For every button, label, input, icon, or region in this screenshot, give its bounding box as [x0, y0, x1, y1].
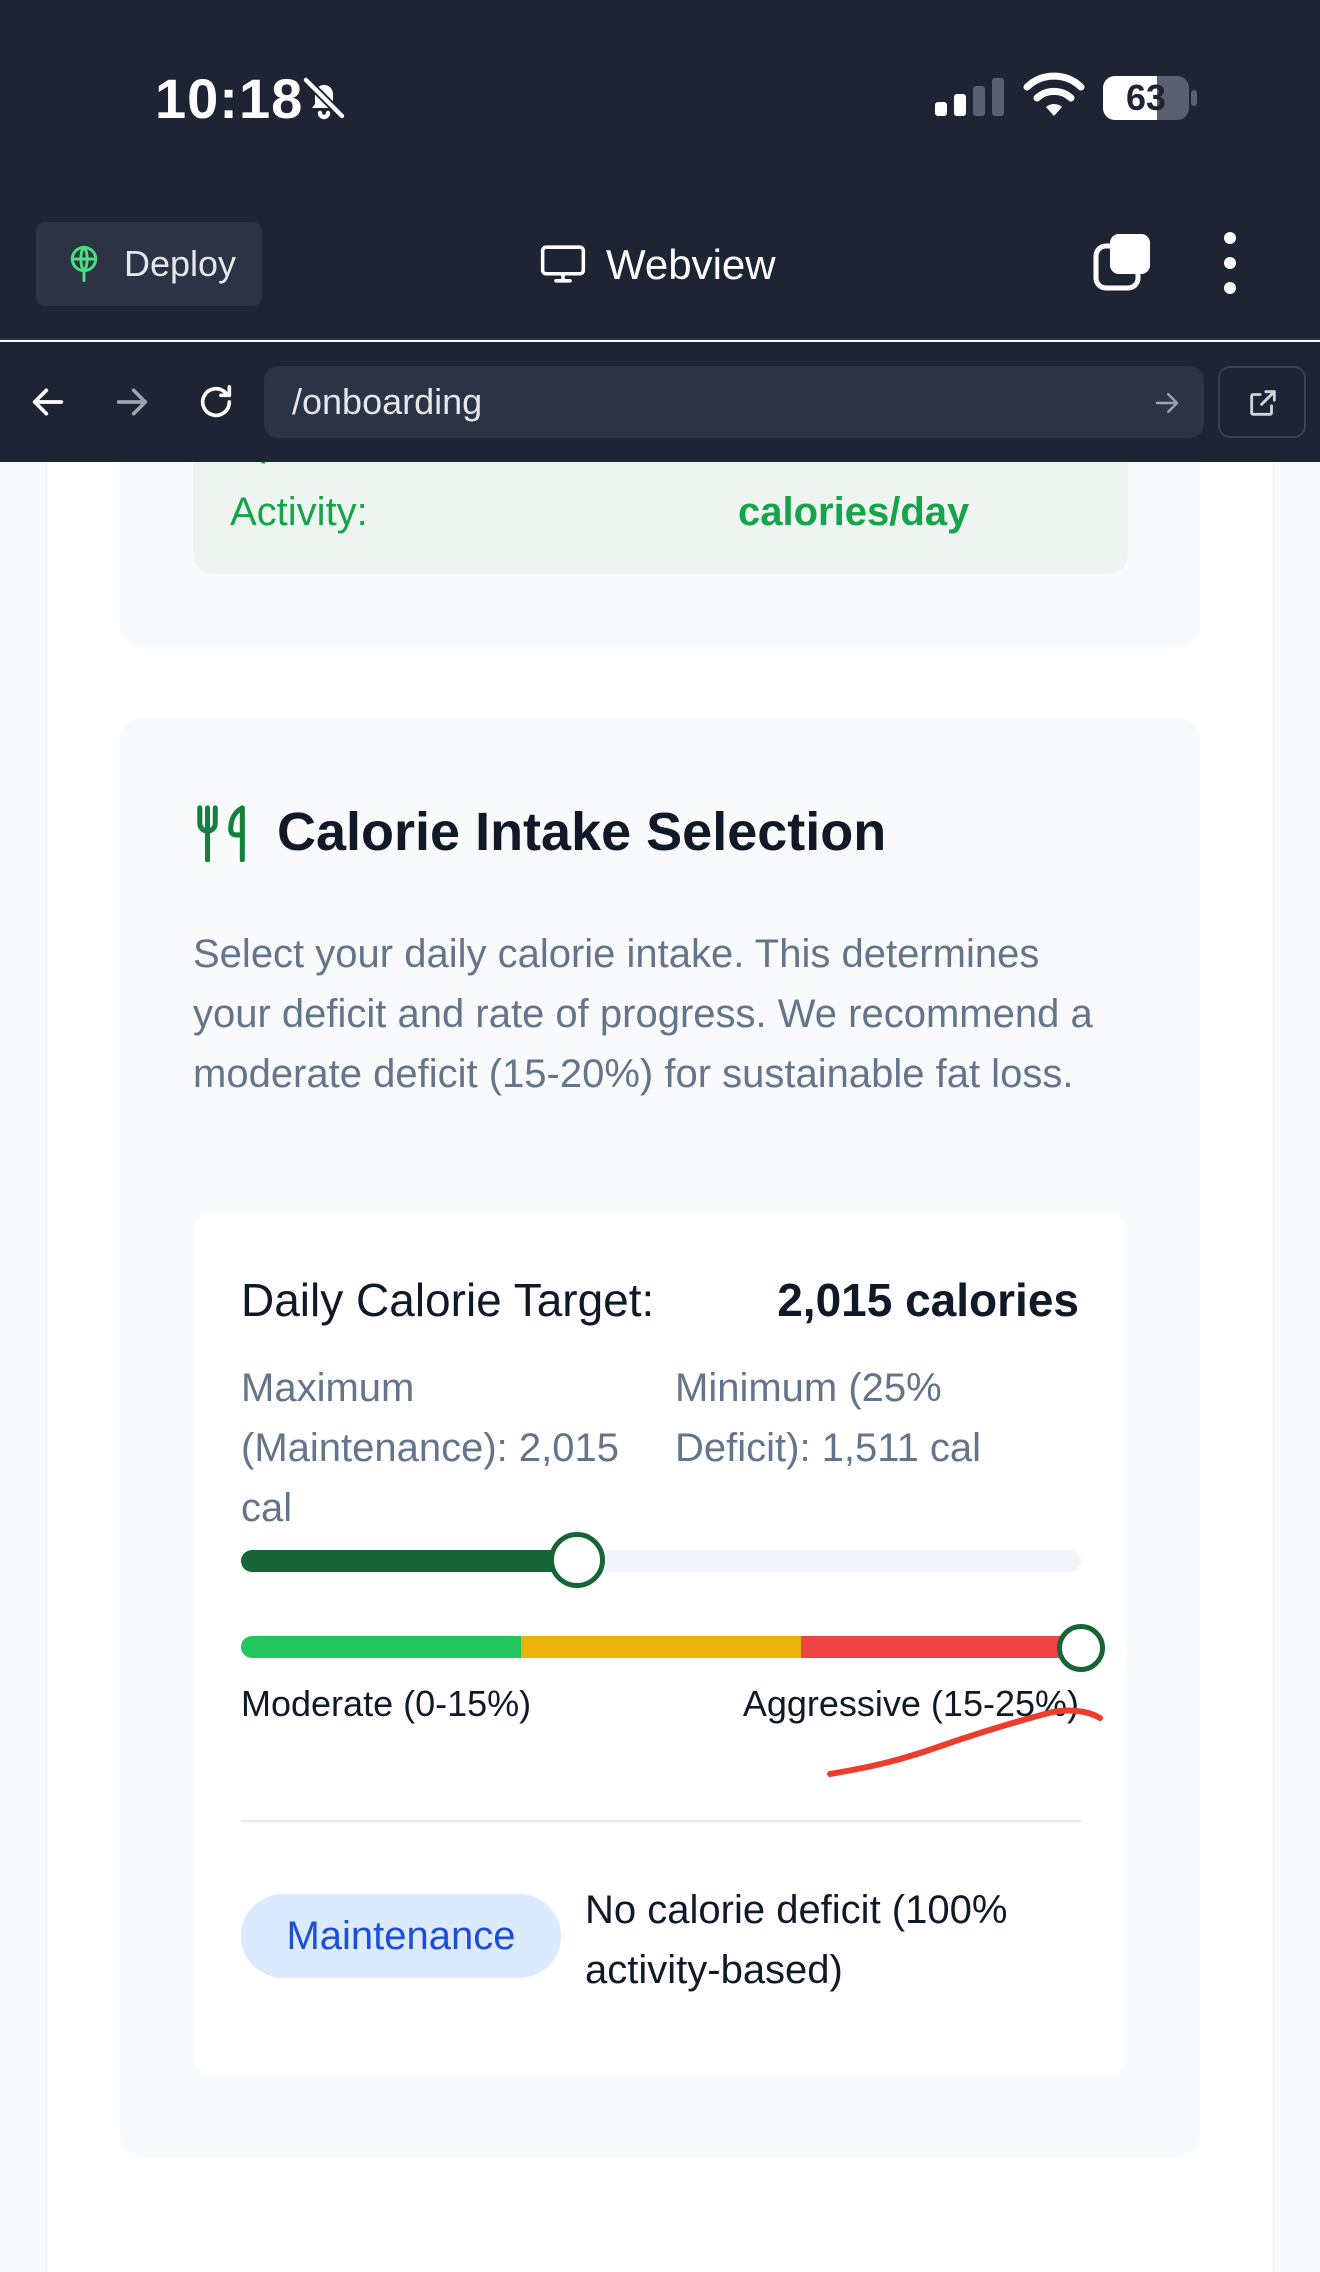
- slider-thumb[interactable]: [549, 1532, 605, 1588]
- globe-sprout-icon: [70, 245, 98, 283]
- monitor-icon: [540, 245, 586, 283]
- url-input[interactable]: /onboarding: [264, 366, 1204, 438]
- external-link-icon: [1250, 390, 1276, 416]
- deploy-button[interactable]: Deploy: [36, 222, 262, 306]
- url-text: /onboarding: [292, 381, 483, 422]
- moderate-label: Moderate (0-15%): [241, 1683, 532, 1724]
- divider: [241, 1820, 1081, 1822]
- deficit-marker: [1057, 1624, 1105, 1672]
- reload-icon[interactable]: [196, 382, 236, 422]
- calorie-slider[interactable]: [241, 1528, 1081, 1594]
- more-vertical-icon[interactable]: [1212, 230, 1248, 296]
- maximum-calories: Maximum (Maintenance): 2,015 cal: [241, 1366, 620, 1530]
- webview-content: Updated TDEE with 2,015 Activity: calori…: [0, 462, 1320, 2272]
- target-value: 2,015 calories: [777, 1274, 1079, 1326]
- deploy-label: Deploy: [124, 243, 237, 284]
- section-title: Calorie Intake Selection: [277, 802, 887, 862]
- deficit-scale: [241, 1624, 1105, 1672]
- arrow-right-icon[interactable]: [112, 382, 152, 422]
- open-external-button[interactable]: [1218, 366, 1306, 438]
- battery-indicator: 63: [1103, 76, 1197, 120]
- deficit-segment-mid: [521, 1636, 801, 1658]
- badge-description: No calorie deficit (100% activity-based): [585, 1888, 1008, 1992]
- app-bar: Deploy Webview: [0, 200, 1320, 340]
- status-bar: 10:18 63: [0, 0, 1320, 200]
- cellular-signal-icon: [935, 78, 1004, 116]
- minimum-calories: Minimum (25% Deficit): 1,511 cal: [675, 1366, 982, 1470]
- tdee-value: calories/day: [738, 490, 970, 534]
- red-annotation-scribble: [827, 1707, 1103, 1777]
- section-description: Select your daily calorie intake. This d…: [193, 932, 1093, 1096]
- battery-level: 63: [1125, 77, 1167, 118]
- url-bar: /onboarding: [0, 342, 1320, 462]
- bell-slash-icon: [302, 76, 346, 120]
- arrow-left-icon[interactable]: [28, 382, 68, 422]
- utensils-icon: [197, 805, 245, 862]
- status-time: 10:18: [155, 67, 304, 130]
- tabs-icon[interactable]: [1092, 230, 1154, 292]
- tdee-label-cut: Updated TDEE with: [230, 462, 581, 472]
- tdee-value-cut: 2,015: [738, 462, 838, 472]
- wifi-icon: [1023, 72, 1085, 116]
- deficit-segment-moderate: [241, 1636, 521, 1658]
- tdee-label: Activity:: [230, 490, 368, 534]
- target-label: Daily Calorie Target:: [241, 1274, 655, 1326]
- arrow-right-icon[interactable]: [1152, 388, 1182, 418]
- deficit-segment-aggressive: [801, 1636, 1081, 1658]
- maintenance-badge: Maintenance: [241, 1894, 561, 1978]
- slider-fill: [241, 1550, 577, 1572]
- calorie-target-panel: Daily Calorie Target: 2,015 calories Max…: [193, 1212, 1127, 2076]
